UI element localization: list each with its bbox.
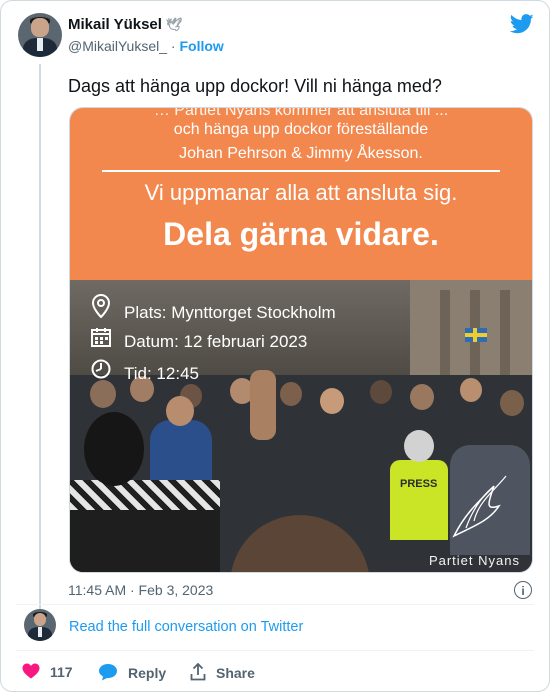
- author-handle[interactable]: @MikailYuksel_ · Follow: [68, 38, 224, 54]
- banner-line-2: Johan Pehrson & Jimmy Åkesson.: [179, 145, 423, 162]
- reply-button[interactable]: Reply: [98, 663, 166, 681]
- divider: [16, 650, 534, 651]
- share-icon: [190, 662, 206, 681]
- calendar-icon: [90, 327, 112, 352]
- separator: ·: [170, 38, 176, 54]
- like-button[interactable]: 117: [22, 663, 73, 680]
- thread-line: [39, 64, 41, 610]
- banner-divider: [102, 170, 500, 172]
- event-time: Tid: 12:45: [90, 359, 199, 384]
- heart-icon: [22, 663, 40, 680]
- place-text: Plats: Mynttorget Stockholm: [124, 303, 336, 322]
- event-place: Plats: Mynttorget Stockholm: [90, 293, 336, 323]
- dove-icon: 🕊: [165, 17, 183, 32]
- date-text: Datum: 12 februari 2023: [124, 332, 308, 351]
- follow-button[interactable]: Follow: [179, 38, 223, 54]
- like-count: 117: [50, 664, 73, 680]
- time-text: Tid: 12:45: [124, 364, 199, 383]
- handle-text[interactable]: @MikailYuksel_: [68, 38, 167, 54]
- author-avatar[interactable]: [18, 13, 62, 57]
- crowd-photo: PRESS Plats: Mynttorget Stockholm Datum:…: [70, 280, 532, 572]
- share-label: Share: [216, 665, 255, 681]
- event-date: Datum: 12 februari 2023: [90, 327, 307, 352]
- banner-line-3: Vi uppmanar alla att ansluta sig.: [144, 180, 458, 205]
- reply-label: Reply: [128, 665, 167, 681]
- author-name[interactable]: Mikail Yüksel 🕊: [68, 16, 182, 33]
- watermark: Partiet Nyans: [428, 553, 520, 568]
- share-button[interactable]: Share: [190, 662, 255, 681]
- banner-line-0: … Partiet Nyans kommer att ansluta till …: [153, 107, 449, 119]
- tweet-timestamp[interactable]: 11:45 AM · Feb 3, 2023: [68, 582, 213, 598]
- read-conversation-link[interactable]: Read the full conversation on Twitter: [69, 619, 303, 635]
- tweet-text: Dags att hänga upp dockor! Vill ni hänga…: [68, 76, 442, 96]
- location-pin-icon: [90, 293, 112, 323]
- banner-line-1: och hänga upp dockor föreställande: [173, 121, 429, 138]
- reply-bubble-icon: [98, 663, 118, 681]
- info-icon[interactable]: i: [514, 581, 532, 599]
- clock-icon: [90, 359, 112, 384]
- event-banner: … Partiet Nyans kommer att ansluta till …: [70, 108, 532, 280]
- twitter-bird-icon[interactable]: [510, 14, 534, 34]
- vest-text: PRESS: [400, 478, 438, 490]
- banner-headline: Dela gärna vidare.: [163, 216, 439, 252]
- reader-avatar: [24, 609, 56, 641]
- divider: [16, 604, 534, 605]
- tweet-media[interactable]: … Partiet Nyans kommer att ansluta till …: [69, 107, 533, 573]
- dove-logo-icon: [452, 475, 507, 538]
